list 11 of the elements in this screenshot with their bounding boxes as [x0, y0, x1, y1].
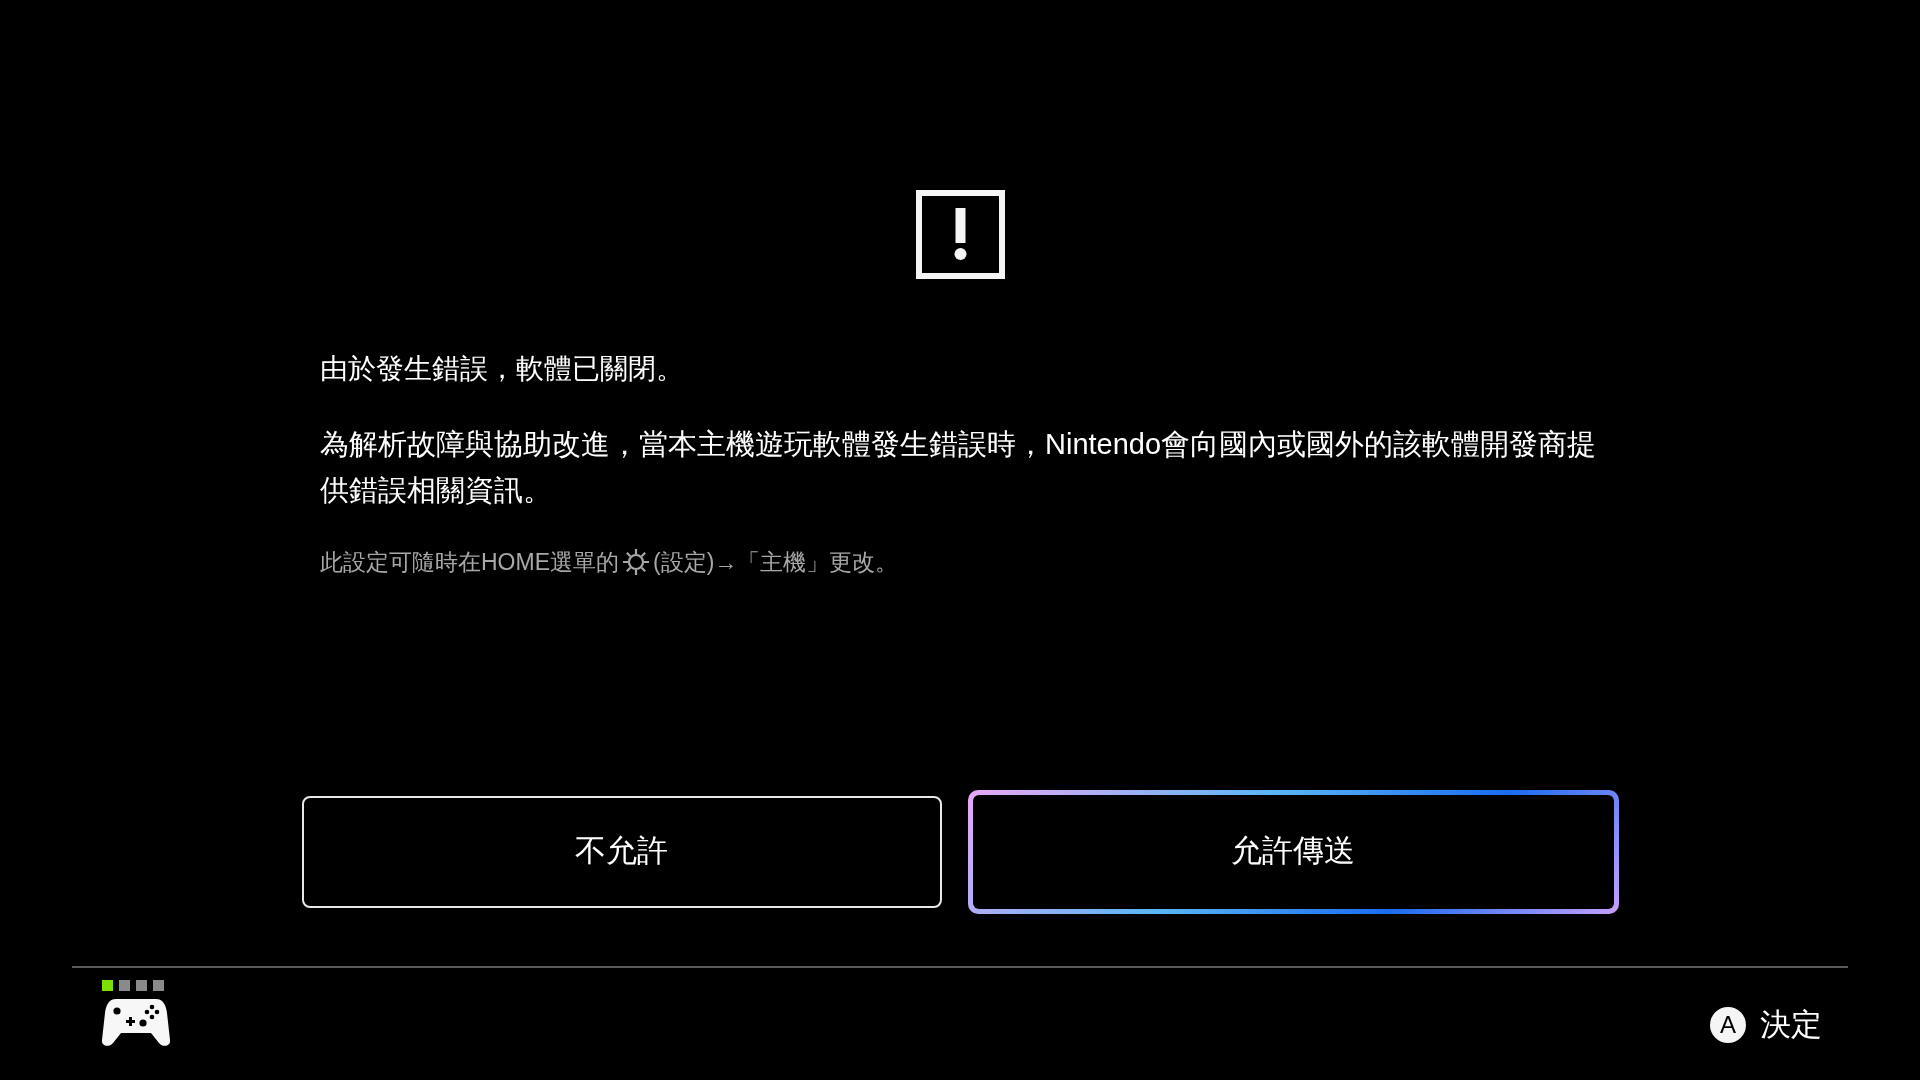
option-button[interactable]: 不允許: [301, 795, 942, 908]
error-message: 為解析故障與協助改進，當本主機遊玩軟體發生錯誤時，Nintendo會向國內或國外的該軟體開發商提供錯誤相關資訊。: [320, 427, 1598, 508]
warning-icon: [915, 190, 1005, 279]
settings-icon: [622, 548, 650, 577]
settings-note: (設定)→「主機」更改。: [653, 548, 899, 577]
error-title: 由於發生錯誤，軟體已關閉。: [320, 352, 685, 386]
option-button[interactable]: 允許傳送: [967, 789, 1619, 914]
confirm-label: 決定: [1760, 1005, 1822, 1044]
settings-note: 此設定可隨時在HOME選單的: [320, 548, 619, 577]
a-button-icon: A: [1710, 1006, 1746, 1043]
controller-icon: [102, 996, 170, 1047]
